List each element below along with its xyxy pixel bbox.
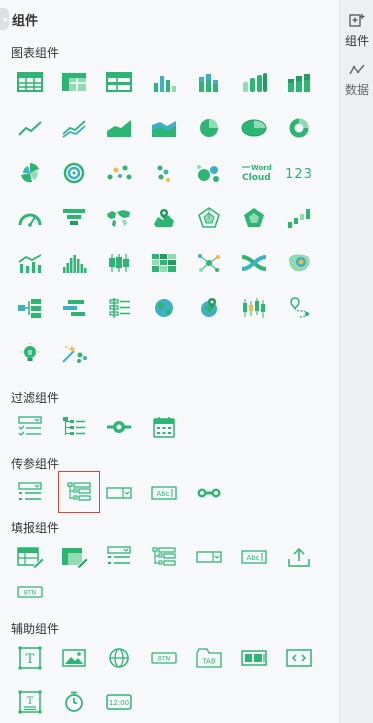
- boxplot-icon[interactable]: [101, 247, 137, 279]
- button-icon[interactable]: BTN: [146, 642, 182, 674]
- dot-chart-icon[interactable]: [146, 157, 182, 189]
- rich-text-glyph: T: [27, 696, 34, 707]
- 3d-bar-icon[interactable]: [281, 66, 317, 98]
- rail-tab-components[interactable]: 组件: [340, 13, 373, 49]
- digital-clock-icon[interactable]: 12:00: [101, 686, 137, 718]
- bubble-chart-icon[interactable]: [191, 157, 227, 189]
- image-icon[interactable]: [56, 642, 92, 674]
- heat-area-icon[interactable]: [281, 247, 317, 279]
- label-text: Abc: [156, 490, 169, 498]
- text-box-glyph: T: [26, 652, 35, 667]
- fill-button-icon[interactable]: BTN: [12, 576, 48, 608]
- globe-chart-icon[interactable]: [146, 292, 182, 324]
- fill-button-text: BTN: [24, 590, 36, 597]
- select-box-param-icon[interactable]: [101, 477, 137, 509]
- code-embed-icon[interactable]: [281, 642, 317, 674]
- button-text: BTN: [158, 656, 170, 663]
- rail-tab-data[interactable]: 数据: [340, 62, 373, 98]
- insight-bulb-icon[interactable]: [12, 337, 48, 369]
- donut-chart-icon[interactable]: [281, 112, 317, 144]
- cross-table-icon[interactable]: [56, 66, 92, 98]
- org-chart-icon[interactable]: [12, 292, 48, 324]
- section-title-aux: 辅助组件: [11, 622, 60, 636]
- section-title-fill: 填报组件: [11, 521, 60, 535]
- tree-param-icon[interactable]: [58, 471, 100, 513]
- bar-line-combo-icon[interactable]: [12, 247, 48, 279]
- data-line-icon: [349, 64, 365, 75]
- component-add-icon: [349, 14, 365, 27]
- fill-table-icon[interactable]: [12, 541, 48, 573]
- panel-title: 组件: [12, 12, 39, 28]
- tab-container-icon[interactable]: TAB: [191, 642, 227, 674]
- panel-header: ◂ 组件: [0, 0, 339, 38]
- rail-tab-components-label: 组件: [344, 34, 369, 48]
- range-slider-param-icon[interactable]: [191, 477, 227, 509]
- fill-text-input-icon[interactable]: Abc: [236, 541, 272, 573]
- collapse-toggle[interactable]: ◂: [0, 8, 9, 30]
- dropdown-checkbox-filter-icon[interactable]: [12, 411, 48, 443]
- upload-icon[interactable]: [281, 541, 317, 573]
- stacked-area-icon[interactable]: [146, 112, 182, 144]
- word-cloud-icon[interactable]: Word Cloud: [236, 157, 272, 189]
- fill-select-box-icon[interactable]: [191, 541, 227, 573]
- component-panel: ◂ 组件 图表组件 Word Cloud 123 过滤组件 传参组件 Abc 填…: [0, 0, 339, 723]
- date-filter-icon[interactable]: [146, 411, 182, 443]
- multi-line-icon[interactable]: [56, 112, 92, 144]
- group-table-icon[interactable]: [101, 66, 137, 98]
- rose-chart-icon[interactable]: [12, 157, 48, 189]
- multi-donut-icon[interactable]: [56, 157, 92, 189]
- region-map-icon[interactable]: [146, 202, 182, 234]
- tree-filter-icon[interactable]: [56, 411, 92, 443]
- fill-label-text: Abc: [246, 554, 259, 562]
- gantt-icon[interactable]: [56, 292, 92, 324]
- route-map-icon[interactable]: [281, 292, 317, 324]
- radar-area-icon[interactable]: [236, 202, 272, 234]
- dropdown-list-param-icon[interactable]: [12, 477, 48, 509]
- geo-location-icon[interactable]: [191, 292, 227, 324]
- carousel-icon[interactable]: [236, 642, 272, 674]
- fill-tree-icon[interactable]: [146, 541, 182, 573]
- section-title-filter: 过滤组件: [11, 391, 60, 405]
- text-box-icon[interactable]: T: [12, 642, 48, 674]
- area-chart-icon[interactable]: [101, 112, 137, 144]
- stopwatch-icon[interactable]: [56, 686, 92, 718]
- radar-icon[interactable]: [191, 202, 227, 234]
- bar-chart-icon[interactable]: [146, 66, 182, 98]
- slider-filter-icon[interactable]: [101, 411, 137, 443]
- label-param-icon[interactable]: Abc: [146, 477, 182, 509]
- web-frame-icon[interactable]: [101, 642, 137, 674]
- number-display-icon[interactable]: 123: [281, 157, 317, 189]
- word-cloud-line1: Word: [251, 164, 272, 172]
- stacked-bar-icon[interactable]: [191, 66, 227, 98]
- magic-chart-icon[interactable]: [56, 337, 92, 369]
- section-title-param: 传参组件: [11, 457, 60, 471]
- heatmap-icon[interactable]: [146, 247, 182, 279]
- cylinder-bar-icon[interactable]: [236, 66, 272, 98]
- right-rail: 组件 数据: [339, 0, 373, 723]
- fill-dropdown-icon[interactable]: [101, 541, 137, 573]
- ellipse-pie-icon[interactable]: [236, 112, 272, 144]
- word-cloud-line2: Cloud: [242, 173, 271, 183]
- candlestick-icon[interactable]: [236, 292, 272, 324]
- relation-graph-icon[interactable]: [191, 247, 227, 279]
- tab-text: TAB: [201, 658, 216, 666]
- step-bar-icon[interactable]: [281, 202, 317, 234]
- clock-text: 12:00: [109, 699, 129, 707]
- funnel-icon[interactable]: [56, 202, 92, 234]
- fill-form-icon[interactable]: [56, 541, 92, 573]
- histogram-icon[interactable]: [56, 247, 92, 279]
- line-chart-icon[interactable]: [12, 112, 48, 144]
- pie-chart-icon[interactable]: [191, 112, 227, 144]
- rail-tab-data-label: 数据: [344, 83, 369, 97]
- timeline-icon[interactable]: [101, 292, 137, 324]
- sankey-icon[interactable]: [236, 247, 272, 279]
- rich-text-icon[interactable]: T: [12, 686, 48, 718]
- table-icon[interactable]: [12, 66, 48, 98]
- world-map-icon[interactable]: [101, 202, 137, 234]
- number-text: 123: [285, 167, 313, 182]
- gauge-icon[interactable]: [12, 202, 48, 234]
- scatter-icon[interactable]: [101, 157, 137, 189]
- section-title-charts: 图表组件: [11, 46, 60, 60]
